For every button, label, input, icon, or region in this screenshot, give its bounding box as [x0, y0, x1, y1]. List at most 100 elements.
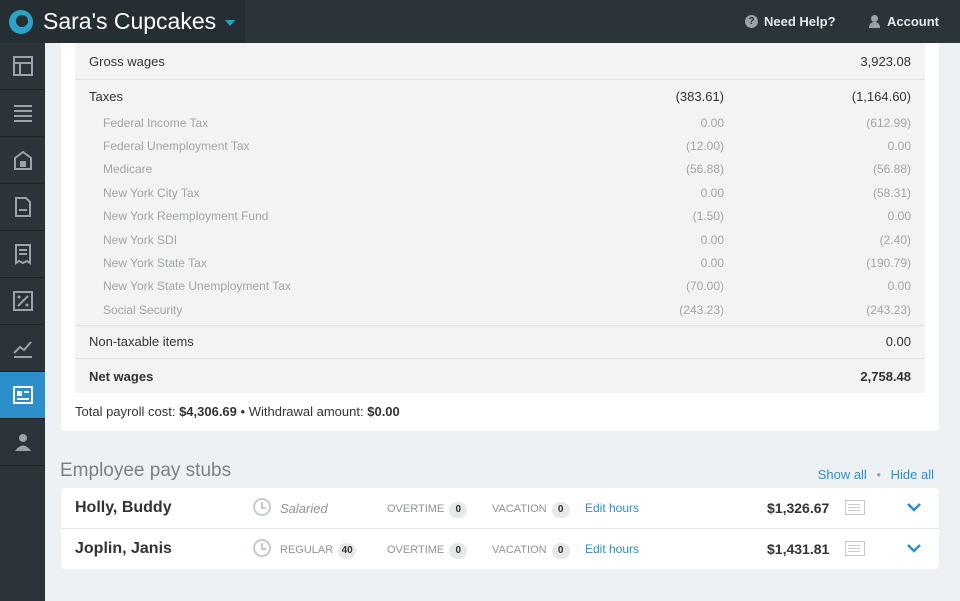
employee-name: Holly, Buddy — [75, 499, 172, 516]
row-col1: (70.00) — [685, 279, 724, 293]
vacation-hours: 0 — [551, 543, 570, 559]
row-col1: (56.88) — [685, 162, 724, 176]
row-col1: 0.00 — [700, 116, 724, 130]
sidebar-item-sales[interactable] — [0, 137, 45, 184]
row-label: New York City Tax — [103, 186, 200, 200]
row-col1: 0.00 — [700, 186, 724, 200]
total-payroll-label: Total payroll cost: — [75, 404, 176, 419]
row-total: 0.00 — [885, 334, 911, 349]
paystub-amount: $1,326.67 — [767, 500, 830, 516]
regular-label: REGULAR — [280, 544, 334, 556]
total-payroll-value: $4,306.69 — [179, 404, 237, 419]
row-label: Federal Unemployment Tax — [103, 139, 250, 153]
row-label: New York State Unemployment Tax — [103, 279, 291, 293]
paystub-row[interactable]: Holly, Buddy Salaried OVERTIME 0 VACATION… — [61, 488, 939, 528]
list-icon — [13, 105, 32, 122]
paystub-email-icon[interactable] — [845, 541, 865, 556]
row-label: New York State Tax — [103, 256, 207, 270]
sidebar-item-employees[interactable] — [0, 419, 45, 466]
row-total: 3,923.08 — [860, 54, 911, 69]
top-bar: Sara's Cupcakes ? Need Help? Account — [0, 0, 960, 43]
overtime-hours: 0 — [449, 543, 468, 559]
clock-icon — [253, 498, 271, 516]
row-col2: 0.00 — [887, 279, 911, 293]
edit-hours-link[interactable]: Edit hours — [585, 542, 639, 556]
vacation-label: VACATION — [492, 503, 547, 515]
row-total: 2,758.48 — [860, 369, 911, 384]
row-col2: (243.23) — [866, 303, 911, 317]
show-all-link[interactable]: Show all — [818, 467, 867, 482]
document-icon — [14, 197, 31, 217]
need-help-link[interactable]: ? Need Help? — [745, 0, 836, 43]
employees-icon — [14, 434, 31, 451]
chevron-down-icon[interactable] — [907, 502, 921, 512]
overtime-field: OVERTIME 0 — [387, 502, 468, 518]
row-label: Federal Income Tax — [103, 116, 209, 130]
sidebar-item-payroll[interactable] — [0, 372, 45, 419]
dashboard-icon — [12, 56, 33, 76]
tax-icon — [12, 291, 33, 311]
row-col2: (190.79) — [866, 256, 911, 270]
payroll-summary-table: Gross wages 3,923.08 Taxes (383.61) (1,1… — [75, 43, 925, 393]
row-col1: (1.50) — [692, 209, 724, 223]
employee-name: Joplin, Janis — [75, 540, 172, 557]
row-label: Net wages — [89, 369, 154, 384]
row-col1: 0.00 — [700, 256, 724, 270]
paystub-toggle-links: Show all • Hide all — [818, 467, 934, 482]
receipt-icon — [14, 244, 31, 265]
sidebar-item-reports[interactable] — [0, 325, 45, 372]
sidebar-item-dashboard[interactable] — [0, 43, 45, 90]
company-switcher[interactable]: Sara's Cupcakes — [0, 0, 245, 43]
need-help-label: Need Help? — [764, 14, 836, 29]
help-icon: ? — [745, 15, 758, 28]
row-label: Non-taxable items — [89, 334, 194, 349]
paystub-list: Holly, Buddy Salaried OVERTIME 0 VACATION… — [61, 488, 939, 569]
row-col2: 0.00 — [887, 139, 911, 153]
overtime-field: OVERTIME 0 — [387, 543, 468, 559]
hide-all-link[interactable]: Hide all — [891, 467, 934, 482]
paystub-email-icon[interactable] — [845, 500, 865, 515]
row-label: Taxes — [89, 89, 123, 104]
row-col1: (243.23) — [679, 303, 724, 317]
account-menu[interactable]: Account — [868, 0, 939, 43]
overtime-label: OVERTIME — [387, 544, 445, 556]
store-icon — [13, 150, 32, 170]
payroll-totals-line: Total payroll cost: $4,306.69 • Withdraw… — [75, 404, 400, 419]
separator-dot: • — [240, 404, 246, 419]
sidebar-item-list[interactable] — [0, 90, 45, 137]
overtime-hours: 0 — [449, 502, 468, 518]
payroll-icon — [12, 386, 33, 404]
row-label: Medicare — [103, 162, 153, 176]
vacation-label: VACATION — [492, 544, 547, 556]
sidebar-item-bills[interactable] — [0, 231, 45, 278]
divider — [75, 79, 925, 80]
paystub-amount: $1,431.81 — [767, 541, 830, 557]
caret-down-icon — [225, 19, 236, 26]
row-col2: (56.88) — [872, 162, 911, 176]
row-col1: (12.00) — [685, 139, 724, 153]
payroll-summary-card: Gross wages 3,923.08 Taxes (383.61) (1,1… — [61, 43, 939, 431]
chevron-down-icon[interactable] — [907, 543, 921, 553]
row-col2: (58.31) — [872, 186, 911, 200]
row-label: New York SDI — [103, 233, 178, 247]
section-title: Employee pay stubs — [60, 460, 232, 481]
pay-type: REGULAR 40 — [280, 543, 357, 559]
clock-icon — [253, 539, 271, 557]
vacation-field: VACATION 0 — [492, 502, 570, 518]
edit-hours-link[interactable]: Edit hours — [585, 501, 639, 515]
reports-icon — [12, 341, 32, 358]
vacation-hours: 0 — [551, 502, 570, 518]
row-col2: (2.40) — [879, 233, 911, 247]
row-label: Gross wages — [89, 54, 165, 69]
sidebar-item-documents[interactable] — [0, 184, 45, 231]
sidebar-item-taxes[interactable] — [0, 278, 45, 325]
company-logo-icon — [9, 9, 33, 34]
paystub-row[interactable]: Joplin, Janis REGULAR 40 OVERTIME 0 VACATI… — [61, 528, 939, 569]
row-col2: (1,164.60) — [851, 89, 911, 104]
separator-dot: • — [876, 467, 882, 482]
regular-hours: 40 — [338, 543, 357, 559]
vacation-field: VACATION 0 — [492, 543, 570, 559]
row-col1: 0.00 — [700, 233, 724, 247]
row-col2: (612.99) — [866, 116, 911, 130]
divider — [75, 325, 925, 326]
